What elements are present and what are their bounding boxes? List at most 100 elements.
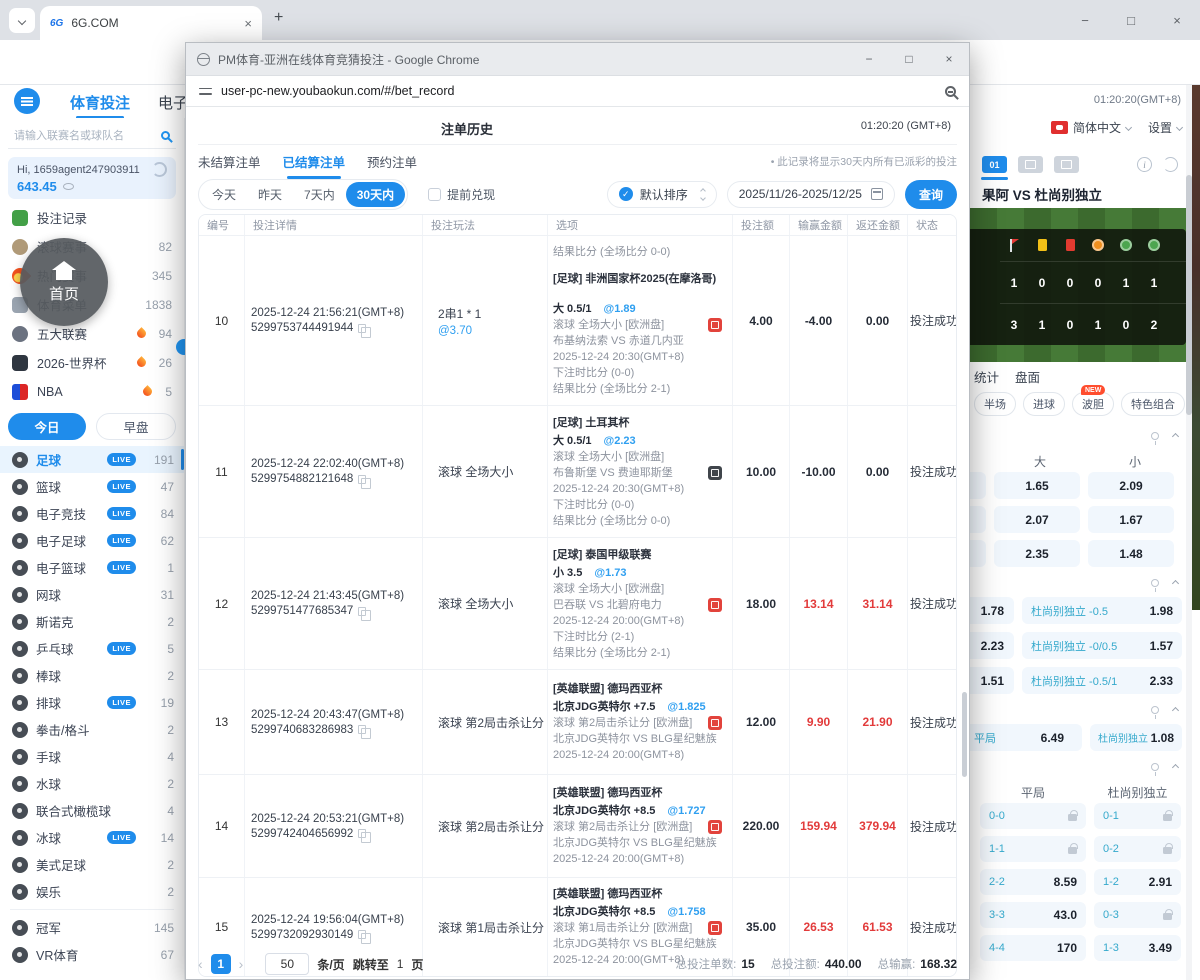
odds-button[interactable]: 平局 6.49 [970,724,1082,751]
language-select[interactable]: 简体中文 [1073,119,1121,136]
record-tab[interactable]: 预约注单 [367,152,417,171]
refresh-balance-icon[interactable] [152,162,167,177]
copy-icon[interactable] [358,829,372,843]
sidebar-menu-item[interactable]: 投注记录 [0,203,184,232]
market-filter-pill[interactable]: 特色组合 [1121,392,1185,416]
sidebar-sport-item[interactable]: 水球 LIVE 2 [0,770,184,797]
sidebar-menu-item[interactable]: NBA 5 [0,377,184,406]
date-quick-filter[interactable]: 今天 [201,182,247,207]
cashout-checkbox[interactable]: 提前兑现 [428,186,495,203]
collapse-icon[interactable] [1171,579,1180,587]
score-odds-button[interactable]: 4-4 170 [980,935,1086,961]
sort-select[interactable]: ✓ 默认排序 [606,180,717,208]
market-filter-pill[interactable]: 进球 [1023,392,1065,416]
search-button[interactable]: 查询 [904,179,957,209]
nav-esports[interactable]: 电子竞技 [158,92,185,113]
odds-button[interactable]: 2.35 [994,540,1080,567]
tab-video-view-icon[interactable] [1054,156,1079,173]
tab-close-icon[interactable]: × [244,16,252,31]
settings-menu[interactable]: 设置 [1148,119,1172,136]
sidebar-sport-item[interactable]: 足球 LIVE 191 [0,446,184,473]
sidebar-sport-item[interactable]: 美式足球 LIVE 2 [0,851,184,878]
score-odds-button[interactable]: 1-2 2.91 [1094,869,1181,895]
tab-odds-view[interactable]: 01 [981,156,1008,180]
copy-icon[interactable] [358,474,372,489]
date-range-picker[interactable]: 2025/11/26-2025/12/25 [726,180,895,208]
browser-tab[interactable]: 6G 6G.COM × [40,6,262,40]
popup-minimize-button[interactable]: − [849,43,889,76]
sidebar-sport-item[interactable]: 娱乐 LIVE 2 [0,878,184,905]
score-odds-button[interactable]: 0-0 [980,803,1086,829]
sidebar-sport-item[interactable]: 冰球 LIVE 14 [0,824,184,851]
new-tab-button[interactable]: + [274,9,283,27]
tab-search-button[interactable] [9,8,35,33]
today-toggle[interactable]: 今日 [8,413,86,440]
sidebar-sport-item[interactable]: 网球 LIVE 31 [0,581,184,608]
odds-button[interactable]: 杜尚别独立 -0.5 1.98 [1022,597,1182,624]
odds-button[interactable]: 2.07 [994,506,1080,533]
checkbox-icon[interactable] [428,187,442,201]
odds-button[interactable]: 1.67 [1088,506,1174,533]
market-icon[interactable] [708,318,722,332]
market-icon[interactable] [708,597,722,612]
score-odds-button[interactable]: 2-2 8.59 [980,869,1086,895]
maximize-button[interactable]: □ [1108,0,1154,40]
market-icon[interactable] [708,820,722,834]
jump-page-value[interactable]: 1 [397,957,404,971]
market-filter-pill[interactable]: 波胆 NEW [1072,385,1114,416]
sidebar-menu-item[interactable]: 五大联赛 94 [0,319,184,348]
score-odds-button[interactable]: 1-1 [980,836,1086,862]
score-odds-button[interactable]: 1-3 3.49 [1094,935,1181,961]
popup-close-button[interactable]: × [929,43,969,76]
odds-button[interactable]: 1.51 [970,667,1014,694]
score-odds-button[interactable]: 0-3 [1094,902,1181,928]
collapse-icon[interactable] [1171,706,1180,714]
date-quick-filter[interactable]: 7天内 [293,182,346,207]
zoom-out-icon[interactable] [945,85,956,97]
info-icon[interactable]: i [1137,157,1152,172]
copy-icon[interactable] [358,606,372,621]
pin-icon[interactable] [1151,432,1159,445]
search-icon[interactable] [161,130,170,140]
site-info-icon[interactable] [199,86,212,97]
menu-button[interactable] [14,88,40,114]
sidebar-sport-item[interactable]: 棒球 LIVE 2 [0,662,184,689]
sidebar-sport-item[interactable]: 电子足球 LIVE 62 [0,527,184,554]
date-quick-filter[interactable]: 昨天 [247,182,293,207]
market-filter-pill[interactable]: 半场 [974,392,1016,416]
odds-button[interactable]: 2.09 [1088,472,1174,499]
sidebar-sport-item[interactable]: 乒乓球 LIVE 5 [0,635,184,662]
sidebar-sport-item[interactable]: 电子竞技 LIVE 84 [0,500,184,527]
stat-tab[interactable]: 盘面 [1015,367,1040,386]
sidebar-sport-item[interactable]: 斯诺克 LIVE 2 [0,608,184,635]
current-page-button[interactable]: 1 [210,954,231,974]
popup-maximize-button[interactable]: □ [889,43,929,76]
sidebar-sport-item[interactable]: 手球 LIVE 4 [0,743,184,770]
sidebar-sport-item[interactable]: 联合式橄榄球 LIVE 4 [0,797,184,824]
popup-address-bar[interactable]: user-pc-new.youbaokun.com/#/bet_record [186,76,969,107]
eye-icon[interactable] [62,183,74,190]
sidebar-sport-item[interactable]: 拳击/格斗 LIVE 2 [0,716,184,743]
score-odds-button[interactable]: 0-2 [1094,836,1181,862]
score-odds-button[interactable]: 3-3 43.0 [980,902,1086,928]
close-button[interactable]: × [1154,0,1200,40]
copy-icon[interactable] [358,725,372,739]
collapse-icon[interactable] [1171,763,1180,771]
odds-button[interactable]: 2.23 [970,632,1014,659]
odds-button[interactable]: 1.65 [994,472,1080,499]
odds-button[interactable]: 杜尚别独立 1.08 [1090,724,1182,751]
nav-sports-betting[interactable]: 体育投注 [70,92,130,118]
pin-icon[interactable] [1151,579,1159,592]
tab-stats-view-icon[interactable] [1018,156,1043,173]
minimize-button[interactable]: − [1062,0,1108,40]
early-toggle[interactable]: 早盘 [96,413,176,440]
next-page-button[interactable]: › [239,956,244,972]
home-floating-button[interactable]: 首页 [20,238,108,326]
collapse-icon[interactable] [1171,432,1180,440]
sidebar-sport-item[interactable]: 排球 LIVE 19 [0,689,184,716]
popup-title-bar[interactable]: PM体育-亚洲在线体育竞猜投注 - Google Chrome − □ × [186,43,969,76]
copy-icon[interactable] [358,323,372,338]
odds-button[interactable]: 杜尚别独立 -0.5/1 2.33 [1022,667,1182,694]
record-tab[interactable]: 已结算注单 [283,152,345,179]
page-size-input[interactable]: 50 [265,953,310,975]
